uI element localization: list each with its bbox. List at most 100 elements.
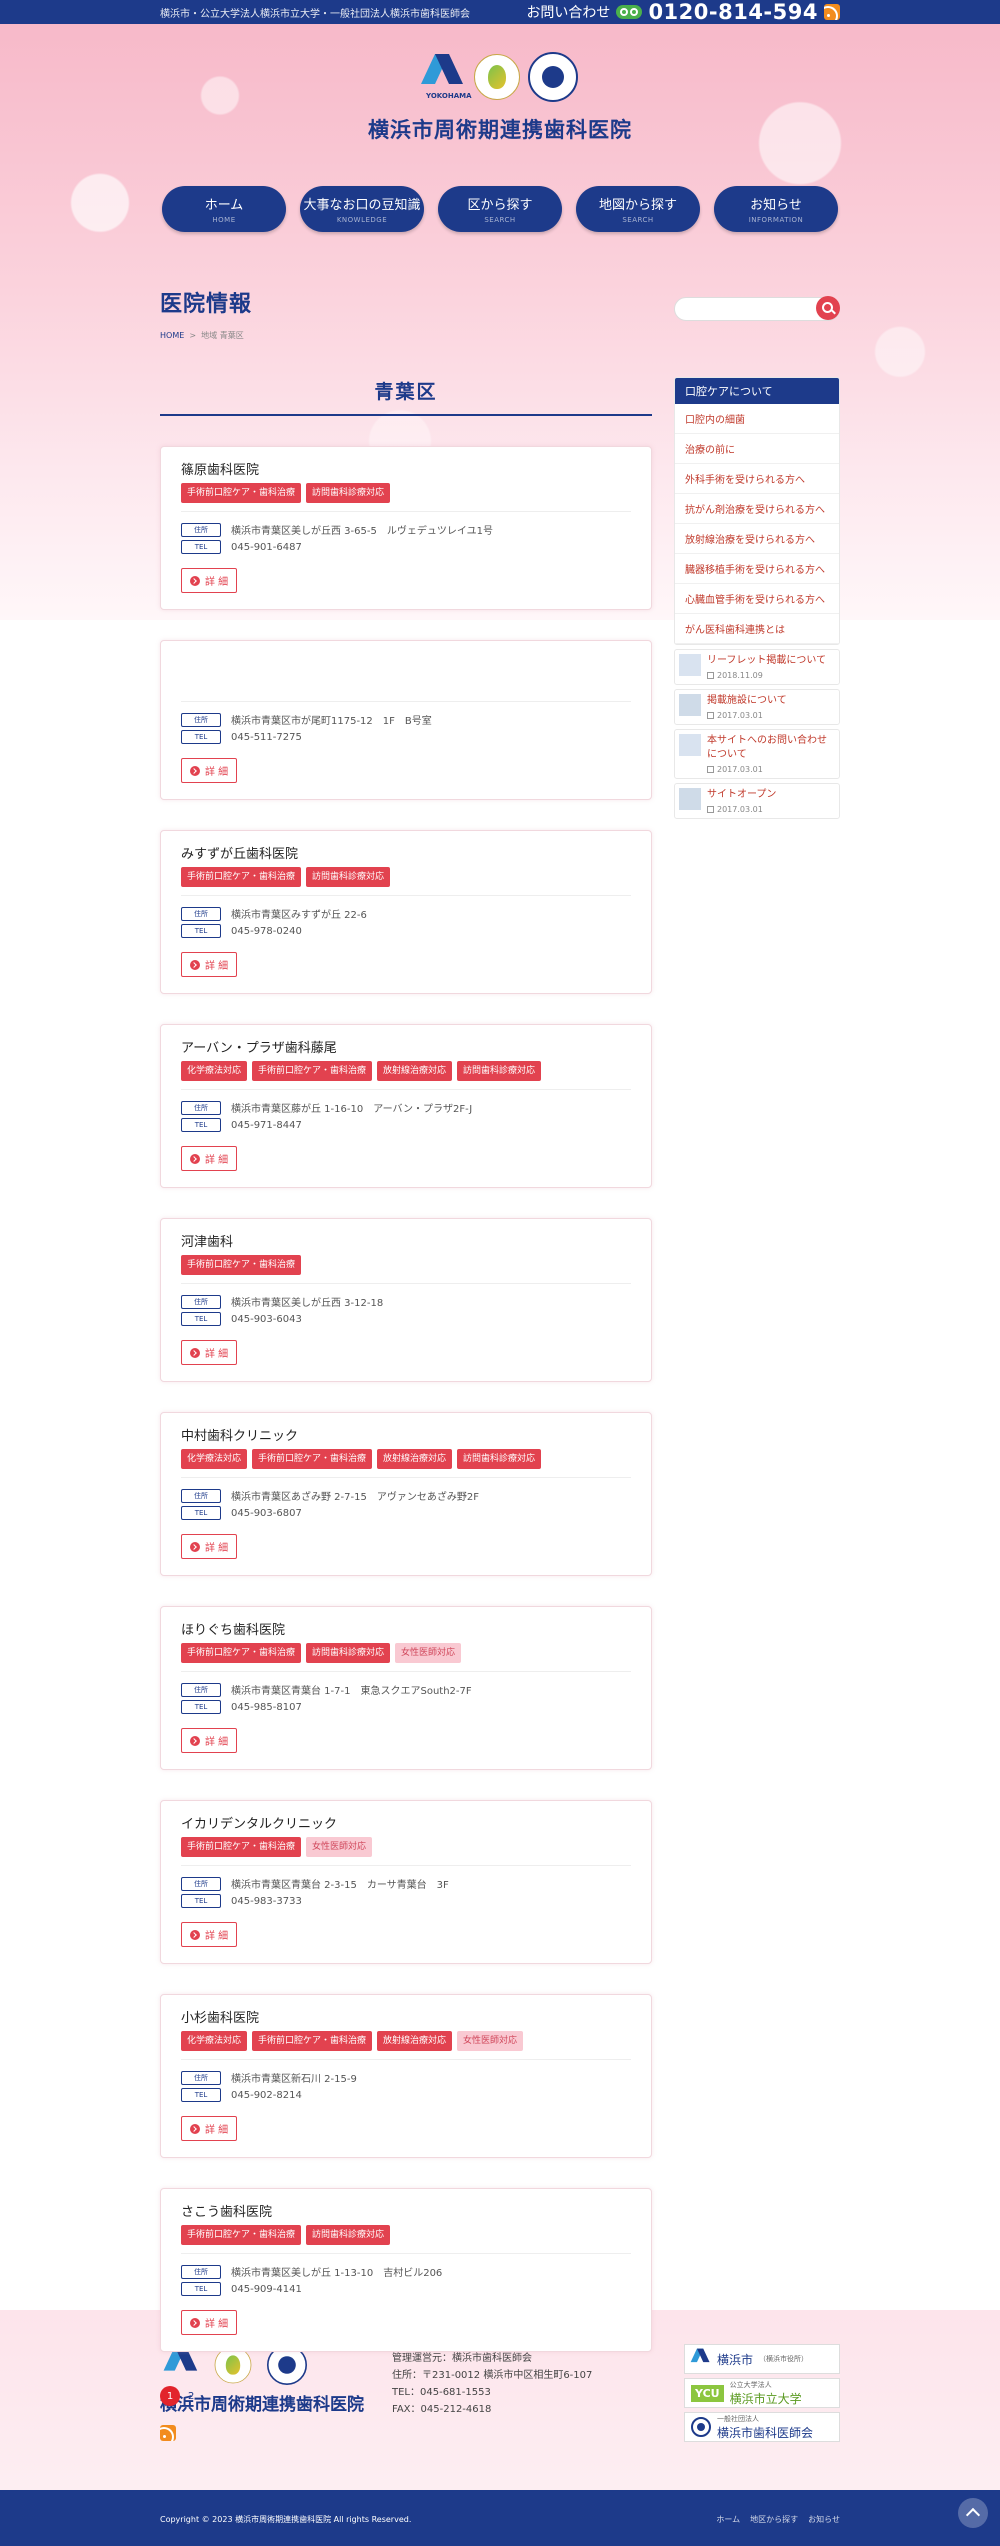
copyright: Copyright © 2023 横浜市周術期連携歯科医院 All rights… [160,2515,412,2524]
sidebar-link[interactable]: 心臓血管手術を受けられる方へ [675,584,839,614]
nav-item-information[interactable]: お知らせ INFORMATION [714,186,838,232]
detail-button[interactable]: 詳 細 [181,568,238,593]
nav-label: ホーム [204,198,244,213]
sidebar-link[interactable]: 抗がん剤治療を受けられる方へ [675,494,839,524]
clinic-name[interactable]: 河津歯科 [181,1231,631,1250]
sidebar-link[interactable]: 外科手術を受けられる方へ [675,464,839,494]
news-date: 2017.03.01 [707,765,835,774]
service-tag: 手術前口腔ケア・歯科治療 [181,1643,302,1663]
clinic-name[interactable]: 篠原歯科医院 [181,459,631,478]
detail-button[interactable]: 詳 細 [181,2310,238,2335]
news-title[interactable]: リーフレット掲載について [707,654,826,668]
header-logos[interactable]: YOKOHAMA [0,46,1000,108]
clinic-address: 横浜市青葉区藤が丘 1-16-10 アーバン・プラザ2F-J [231,1104,473,1115]
contact-area[interactable]: お問い合わせ 0120-814-594 [526,0,840,24]
arrow-right-icon [190,1929,200,1940]
detail-label: 詳 細 [205,767,229,778]
page-top-icon[interactable] [958,2498,988,2528]
clinic-tags: 手術前口腔ケア・歯科治療 [181,1255,631,1284]
top-bar: 横浜市・公立大学法人横浜市立大学・一般社団法人横浜市歯科医師会 お問い合わせ 0… [0,0,1000,24]
address-label: 住所 [181,1682,221,1697]
detail-button[interactable]: 詳 細 [181,2116,238,2141]
sidebar-link[interactable]: がん医科歯科連携とは [675,614,839,644]
sidebar-heading[interactable]: 口腔ケアについて [675,378,839,404]
site-title[interactable]: 横浜市周術期連携歯科医院 [0,114,1000,144]
calendar-icon [707,766,714,773]
news-title[interactable]: 掲載施設について [707,694,787,708]
detail-button[interactable]: 詳 細 [181,1146,238,1171]
detail-button[interactable]: 詳 細 [181,1728,238,1753]
top-tagline: 横浜市・公立大学法人横浜市立大学・一般社団法人横浜市歯科医師会 [160,8,470,20]
news-title[interactable]: サイトオープン [707,788,776,802]
nav-item-search[interactable]: 区から探す SEARCH [438,186,562,232]
clinic-name[interactable] [181,653,631,669]
news-date-text: 2017.03.01 [717,711,763,720]
arrow-right-icon [190,1347,200,1358]
clinic-name[interactable]: 小杉歯科医院 [181,2007,631,2026]
sidebar-link[interactable]: 臓器移植手術を受けられる方へ [675,554,839,584]
news-item[interactable]: サイトオープン 2017.03.01 [674,783,840,819]
detail-label: 詳 細 [205,1737,229,1748]
clinic-name[interactable]: みすずが丘歯科医院 [181,843,631,862]
detail-button[interactable]: 詳 細 [181,952,238,977]
dental-association-banner[interactable]: 一般社団法人 横浜市歯科医師会 [684,2412,840,2442]
page-current[interactable]: 1 [160,2386,180,2406]
news-title[interactable]: 本サイトへのお問い合わせについて [707,734,835,762]
clinic-tel: 045-902-8214 [231,2089,302,2101]
clinic-name[interactable]: アーバン・プラザ歯科藤尾 [181,1037,631,1056]
freedial-icon [616,5,643,19]
nav-item-search[interactable]: 地図から探す SEARCH [576,186,700,232]
address-row: 住所 横浜市青葉区藤が丘 1-16-10 アーバン・プラザ2F-J [181,1100,631,1115]
clinic-address: 横浜市青葉区美しが丘 1-13-10 吉村ビル206 [231,2268,443,2279]
footer-link[interactable]: 地区から探す [750,2514,798,2525]
breadcrumb-home[interactable]: HOME [160,331,184,340]
clinic-card: アーバン・プラザ歯科藤尾 化学療法対応 手術前口腔ケア・歯科治療 放射線治療対応 訪問歯… [160,1024,652,1188]
nav-label: お知らせ [750,198,802,213]
news-item[interactable]: 本サイトへのお問い合わせについて 2017.03.01 [674,729,840,779]
tel-label: TEL [181,2088,221,2102]
nav-item-knowledge[interactable]: 大事なお口の豆知識 KNOWLEDGE [300,186,424,232]
detail-button[interactable]: 詳 細 [181,1340,238,1365]
sidebar-link[interactable]: 治療の前に [675,434,839,464]
nav-item-home[interactable]: ホーム HOME [162,186,286,232]
news-item[interactable]: リーフレット掲載について 2018.11.09 [674,649,840,685]
detail-button[interactable]: 詳 細 [181,758,238,783]
arrow-right-icon [190,575,200,586]
rss-icon[interactable] [824,4,840,20]
sidebar-link[interactable]: 放射線治療を受けられる方へ [675,524,839,554]
footer-link[interactable]: ホーム [716,2514,740,2525]
news-thumbnail [679,734,701,756]
clinic-name[interactable]: ほりぐち歯科医院 [181,1619,631,1638]
clinic-tel: 045-971-8447 [231,1119,302,1131]
clinic-address: 横浜市青葉区みすずが丘 22-6 [231,910,367,921]
clinic-name[interactable]: イカリデンタルクリニック [181,1813,631,1832]
detail-button[interactable]: 詳 細 [181,1922,238,1947]
clinic-address: 横浜市青葉区青葉台 2-3-15 カーサ青葉台 3F [231,1880,449,1891]
news-date-text: 2018.11.09 [717,671,763,680]
detail-label: 詳 細 [205,2319,229,2330]
rss-icon[interactable] [160,2425,176,2441]
sidebar-link[interactable]: 口腔内の細菌 [675,404,839,434]
detail-button[interactable]: 詳 細 [181,1534,238,1559]
news-date: 2017.03.01 [707,805,776,814]
clinic-list: 篠原歯科医院手術前口腔ケア・歯科治療 訪問歯科診療対応 住所 横浜市青葉区美しが丘西 … [160,446,652,2352]
clinic-tel: 045-983-3733 [231,1895,302,1907]
detail-label: 詳 細 [205,1155,229,1166]
calendar-icon [707,672,714,679]
clinic-name[interactable]: さこう歯科医院 [181,2201,631,2220]
clinic-tel: 045-511-7275 [231,731,302,743]
news-item[interactable]: 掲載施設について 2017.03.01 [674,689,840,725]
address-row: 住所 横浜市青葉区あざみ野 2-7-15 アヴァンセあざみ野2F [181,1488,631,1503]
address-row: 住所 横浜市青葉区美しが丘西 3-12-18 [181,1294,631,1309]
clinic-tags: 手術前口腔ケア・歯科治療 訪問歯科診療対応 [181,2225,631,2254]
service-tag: 女性医師対応 [457,2031,524,2051]
phone-number[interactable]: 0120-814-594 [648,0,818,24]
search-icon[interactable] [816,296,840,320]
detail-label: 詳 細 [205,1349,229,1360]
footer-link[interactable]: お知らせ [808,2514,840,2525]
site-header: YOKOHAMA 横浜市周術期連携歯科医院 [0,24,1000,144]
page-link[interactable]: 2 [188,2391,194,2402]
clinic-name[interactable]: 中村歯科クリニック [181,1425,631,1444]
clinic-card: さこう歯科医院 手術前口腔ケア・歯科治療 訪問歯科診療対応 住所 横浜市青葉区美しが丘 … [160,2188,652,2352]
clinic-card: ほりぐち歯科医院 手術前口腔ケア・歯科治療 訪問歯科診療対応 女性医師対応 住所 横浜市青… [160,1606,652,1770]
